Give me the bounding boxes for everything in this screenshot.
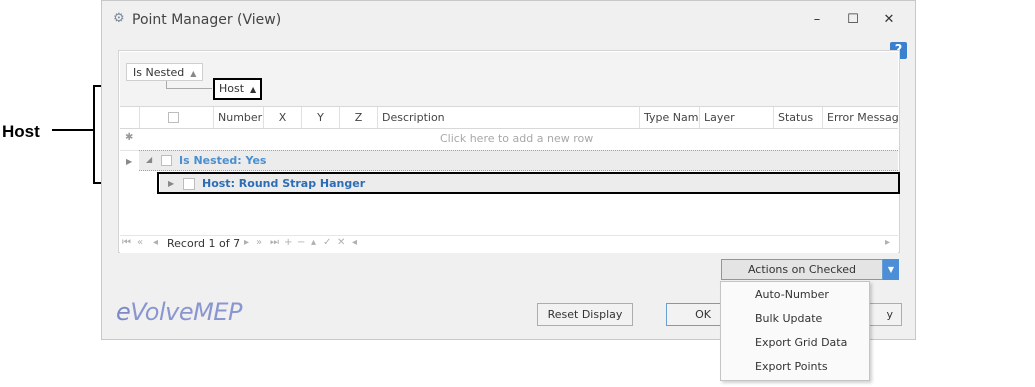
column-header-layer[interactable]: Layer [699, 107, 773, 128]
group-chip-host[interactable]: Host ▲ [213, 78, 263, 100]
prev-page-icon[interactable]: « [137, 237, 143, 248]
scroll-left-icon[interactable]: ◂ [352, 237, 357, 248]
group-chip-is-nested[interactable]: Is Nested ▲ [126, 63, 204, 81]
column-header-number[interactable]: Number [213, 107, 263, 128]
group-row-label: Is Nested: Yes [179, 154, 267, 167]
record-counter: Record 1 of 7 [167, 237, 241, 250]
app-gear-icon: ⚙ [113, 11, 125, 26]
end-edit-icon[interactable]: ✓ [323, 237, 331, 248]
column-header-z[interactable]: Z [339, 107, 377, 128]
group-by-panel: Is Nested ▲ Host ▲ [120, 52, 898, 106]
group-chip-label: Host [219, 82, 245, 95]
scroll-right-icon[interactable]: ▸ [885, 237, 890, 248]
window-title: Point Manager (View) [132, 12, 282, 28]
menu-item-auto-number[interactable]: Auto-Number [722, 283, 868, 307]
evolve-mep-logo: eVolveMEP [116, 298, 242, 326]
column-header-x[interactable]: X [263, 107, 301, 128]
sort-ascending-icon: ▲ [190, 69, 197, 78]
collapse-triangle-icon[interactable]: ◢ [146, 155, 152, 164]
row-indicator-icon: ▶ [126, 157, 133, 166]
actions-on-checked-button[interactable]: Actions on Checked [721, 259, 883, 280]
record-navigator: ⏮ « ◂ Record 1 of 7 ▸ » ⏭ + − ▴ ✓ ✕ ◂ ▸ [120, 235, 898, 253]
actions-dropdown-arrow-icon[interactable]: ▼ [883, 259, 899, 280]
append-icon[interactable]: + [284, 237, 292, 248]
reset-display-button[interactable]: Reset Display [537, 303, 633, 326]
callout-line [93, 85, 95, 184]
column-header-description[interactable]: Description [377, 107, 639, 128]
host-row-highlight [157, 172, 900, 194]
menu-item-export-points[interactable]: Export Points [722, 355, 868, 379]
callout-line [52, 129, 95, 131]
edit-icon[interactable]: ▴ [311, 237, 316, 248]
group-checkbox[interactable] [161, 155, 172, 166]
last-record-icon[interactable]: ⏭ [270, 237, 279, 248]
column-header-error-message[interactable]: Error Message [822, 107, 898, 128]
first-record-icon[interactable]: ⏮ [122, 237, 131, 248]
group-connector [166, 88, 212, 89]
menu-item-bulk-update[interactable]: Bulk Update [722, 307, 868, 331]
prev-record-icon[interactable]: ◂ [153, 237, 158, 248]
host-callout-label: Host [2, 122, 40, 141]
actions-menu: Auto-Number Bulk Update Export Grid Data… [720, 281, 870, 381]
select-all-header[interactable] [139, 107, 213, 128]
apply-button[interactable]: y [868, 303, 902, 326]
sort-ascending-icon: ▲ [250, 85, 257, 94]
column-header-type-name[interactable]: Type Name [639, 107, 699, 128]
column-header-y[interactable]: Y [301, 107, 339, 128]
menu-item-export-grid-data[interactable]: Export Grid Data [722, 331, 868, 355]
delete-icon[interactable]: − [297, 237, 305, 248]
group-chip-label: Is Nested [133, 66, 185, 79]
points-grid: Is Nested ▲ Host ▲ Number X Y Z Descriptio… [118, 50, 900, 253]
maximize-button[interactable]: ☐ [838, 9, 868, 31]
column-header-status[interactable]: Status [773, 107, 822, 128]
title-bar: ⚙ Point Manager (View) – ☐ ✕ [102, 1, 915, 39]
next-record-icon[interactable]: ▸ [244, 237, 249, 248]
column-header-row: Number X Y Z Description Type Name Layer… [120, 106, 898, 129]
minimize-button[interactable]: – [802, 9, 832, 31]
group-row-is-nested[interactable]: ◢ Is Nested: Yes [139, 150, 898, 171]
close-button[interactable]: ✕ [874, 9, 904, 31]
cancel-edit-icon[interactable]: ✕ [337, 237, 345, 248]
new-row[interactable]: ✱ Click here to add a new row [120, 128, 898, 151]
new-row-prompt: Click here to add a new row [440, 132, 594, 145]
select-all-checkbox[interactable] [168, 112, 179, 123]
next-page-icon[interactable]: » [256, 237, 262, 248]
new-row-star-icon: ✱ [125, 132, 134, 143]
